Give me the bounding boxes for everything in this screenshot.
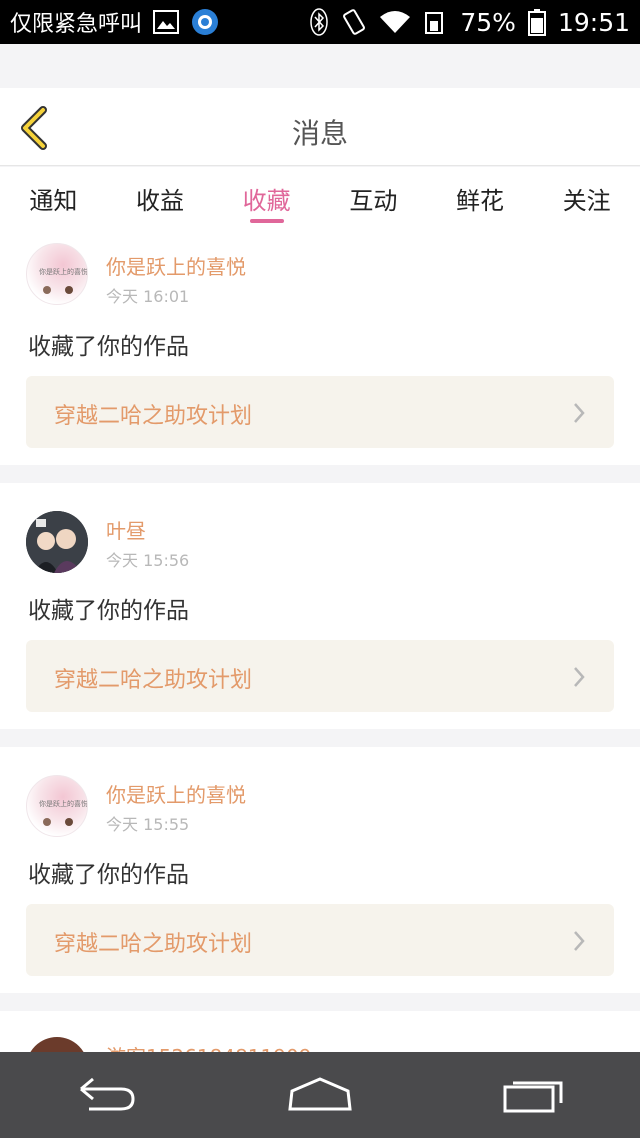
- tab-label: 鲜花: [456, 187, 505, 215]
- avatar-text: 你是跃上的喜悦: [39, 799, 88, 808]
- tab-label: 互动: [349, 187, 398, 215]
- recents-icon: [503, 1081, 563, 1113]
- message-time: 今天 15:55: [106, 815, 190, 834]
- avatar[interactable]: 你是跃上的喜悦: [26, 775, 88, 837]
- avatar-image-icon: 你是跃上的喜悦: [39, 267, 88, 294]
- avatar[interactable]: 你是跃上的喜悦: [26, 243, 88, 305]
- message-card: 你是跃上的喜悦 你是跃上的喜悦 今天 15:55 收藏了你的作品 穿越二哈之助攻…: [0, 747, 640, 993]
- tab-interaction[interactable]: 互动: [320, 167, 427, 229]
- message-card: 游客1526184811909: [0, 1011, 640, 1052]
- image-icon: [152, 9, 180, 35]
- chevron-right-icon: [574, 403, 585, 423]
- battery-icon: [527, 8, 546, 36]
- tab-flowers[interactable]: 鲜花: [427, 167, 534, 229]
- avatar-image-icon: [26, 511, 88, 573]
- message-action: 收藏了你的作品: [28, 334, 189, 360]
- tab-favorites[interactable]: 收藏: [213, 167, 320, 229]
- home-icon: [288, 1077, 352, 1111]
- work-link[interactable]: 穿越二哈之助攻计划: [26, 376, 614, 448]
- user-name[interactable]: 叶昼: [106, 515, 146, 544]
- message-time: 今天 16:01: [106, 287, 190, 306]
- header: 消息: [0, 88, 640, 166]
- nav-home-button[interactable]: [277, 1070, 363, 1120]
- chevron-right-icon: [574, 931, 585, 951]
- tab-bar: 通知 收益 收藏 互动 鲜花 关注: [0, 167, 640, 229]
- vibrate-icon: [340, 8, 366, 36]
- bluetooth-icon: [310, 8, 329, 36]
- message-action: 收藏了你的作品: [28, 598, 189, 624]
- nav-recents-button[interactable]: [490, 1070, 576, 1120]
- clock: 19:51: [557, 7, 630, 37]
- message-time: 今天 15:56: [106, 551, 190, 570]
- back-arrow-icon: [79, 1077, 135, 1111]
- tab-label: 收藏: [242, 187, 291, 215]
- status-bar: 仅限紧急呼叫 75% 19:51: [0, 0, 640, 44]
- tab-label: 关注: [562, 187, 611, 215]
- chevron-right-icon: [574, 667, 585, 687]
- active-tab-indicator: [249, 219, 284, 223]
- work-link[interactable]: 穿越二哈之助攻计划: [26, 904, 614, 976]
- app-notification-icon: [190, 7, 220, 37]
- tab-label: 通知: [29, 187, 78, 215]
- user-name[interactable]: 你是跃上的喜悦: [106, 251, 246, 280]
- work-title: 穿越二哈之助攻计划: [54, 668, 253, 693]
- message-card: 你是跃上的喜悦 你是跃上的喜悦 今天 16:01 收藏了你的作品 穿越二哈之助攻…: [0, 229, 640, 465]
- tab-label: 收益: [136, 187, 184, 215]
- page-title: 消息: [291, 117, 348, 150]
- system-nav-bar: [0, 1052, 640, 1138]
- tab-follow[interactable]: 关注: [533, 167, 640, 229]
- nav-back-button[interactable]: [64, 1070, 150, 1120]
- avatar[interactable]: [26, 1037, 88, 1052]
- avatar-text: 你是跃上的喜悦: [39, 267, 88, 276]
- user-name[interactable]: 你是跃上的喜悦: [106, 779, 246, 808]
- work-link[interactable]: 穿越二哈之助攻计划: [26, 640, 614, 712]
- battery-percent: 75%: [460, 7, 516, 37]
- carrier-text: 仅限紧急呼叫: [10, 12, 143, 37]
- message-card: 叶昼 今天 15:56 收藏了你的作品 穿越二哈之助攻计划: [0, 483, 640, 729]
- user-name[interactable]: 游客1526184811909: [106, 1041, 311, 1052]
- work-title: 穿越二哈之助攻计划: [54, 932, 253, 957]
- avatar-image-icon: 你是跃上的喜悦: [39, 799, 88, 826]
- wifi-icon: [378, 9, 412, 35]
- work-title: 穿越二哈之助攻计划: [54, 404, 253, 429]
- message-action: 收藏了你的作品: [28, 862, 189, 888]
- tab-earnings[interactable]: 收益: [107, 167, 214, 229]
- signal-icon: [424, 9, 448, 35]
- tab-notification[interactable]: 通知: [0, 167, 107, 229]
- avatar[interactable]: [26, 511, 88, 573]
